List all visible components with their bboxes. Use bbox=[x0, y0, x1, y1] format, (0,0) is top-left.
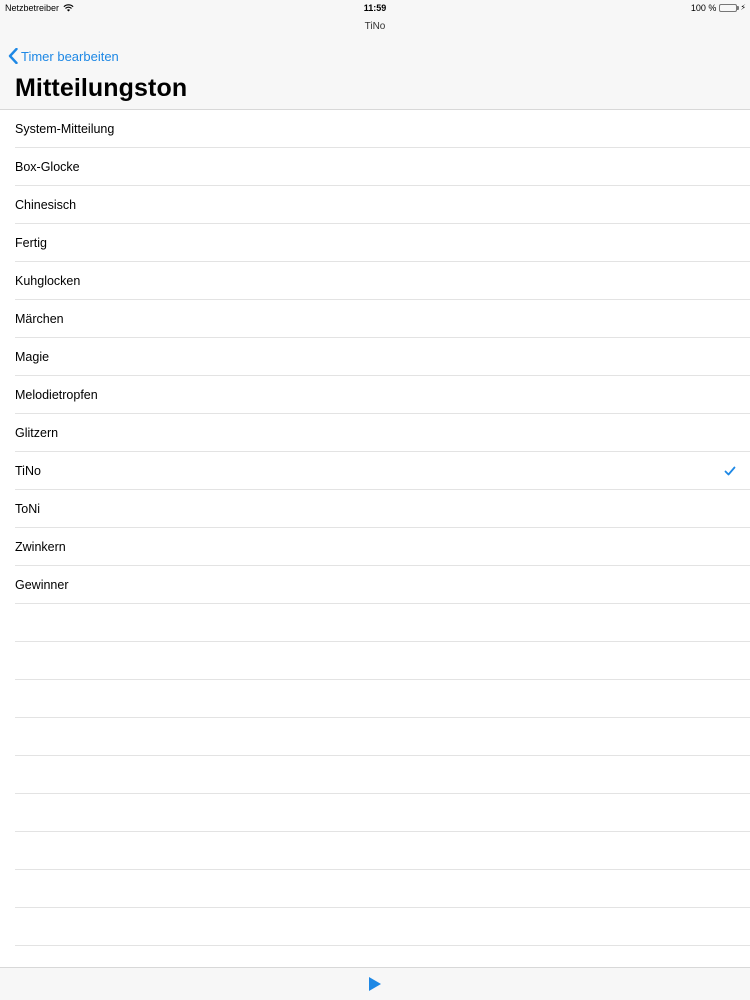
charging-icon: ⚡ bbox=[740, 3, 746, 12]
app-title: TiNo bbox=[364, 21, 386, 32]
play-button[interactable] bbox=[367, 976, 383, 992]
sound-option-label: Chinesisch bbox=[15, 197, 77, 212]
sound-option-label: Box-Glocke bbox=[15, 159, 80, 174]
sound-option-label: TiNo bbox=[15, 463, 41, 478]
sound-option[interactable]: Melodietropfen bbox=[15, 376, 750, 414]
sound-option[interactable]: Box-Glocke bbox=[15, 148, 750, 186]
sound-option-label: Melodietropfen bbox=[15, 387, 98, 402]
empty-row bbox=[15, 718, 750, 756]
app-screen: Netzbetreiber 11:59 100 % ⚡ TiNo Timer b… bbox=[0, 0, 750, 1000]
sound-option-label: Gewinner bbox=[15, 577, 69, 592]
sound-option[interactable]: Zwinkern bbox=[15, 528, 750, 566]
empty-row bbox=[15, 680, 750, 718]
sound-option[interactable]: Glitzern bbox=[15, 414, 750, 452]
sound-option[interactable]: Kuhglocken bbox=[15, 262, 750, 300]
sound-option-label: Glitzern bbox=[15, 425, 59, 440]
sound-option[interactable]: TiNo bbox=[15, 452, 750, 490]
sound-option[interactable]: System-Mitteilung bbox=[15, 110, 750, 148]
sound-option-label: Zwinkern bbox=[15, 539, 66, 554]
empty-row bbox=[15, 908, 750, 946]
back-button[interactable]: Timer bearbeiten bbox=[8, 45, 119, 67]
sound-option-label: ToNi bbox=[15, 501, 41, 516]
battery-icon: ⚡ bbox=[719, 0, 746, 16]
battery-percent: 100 % bbox=[690, 3, 717, 13]
sound-option-label: Magie bbox=[15, 349, 50, 364]
empty-row bbox=[15, 946, 750, 967]
page-title: Mitteilungston bbox=[15, 74, 188, 102]
chevron-left-icon bbox=[8, 48, 18, 64]
sound-option-label: Märchen bbox=[15, 311, 64, 326]
sound-option[interactable]: ToNi bbox=[15, 490, 750, 528]
sound-option-label: Fertig bbox=[15, 235, 47, 250]
play-icon bbox=[369, 977, 381, 991]
empty-row bbox=[15, 870, 750, 908]
sound-option-label: System-Mitteilung bbox=[15, 121, 115, 136]
empty-row bbox=[15, 794, 750, 832]
bottom-toolbar bbox=[0, 967, 750, 1000]
checkmark-icon bbox=[724, 466, 736, 476]
status-time: 11:59 bbox=[363, 3, 387, 13]
top-bar: Netzbetreiber 11:59 100 % ⚡ TiNo Timer b… bbox=[0, 0, 750, 110]
sound-option[interactable]: Gewinner bbox=[15, 566, 750, 604]
status-bar: Netzbetreiber 11:59 100 % ⚡ bbox=[0, 0, 750, 16]
sound-option[interactable]: Magie bbox=[15, 338, 750, 376]
sound-list: System-Mitteilung Box-Glocke Chinesisch Fer… bbox=[0, 110, 750, 967]
empty-row bbox=[15, 756, 750, 794]
status-right: 100 % ⚡ bbox=[691, 0, 746, 16]
sound-option[interactable]: Fertig bbox=[15, 224, 750, 262]
empty-row bbox=[15, 604, 750, 642]
back-button-label: Timer bearbeiten bbox=[21, 48, 119, 64]
empty-row bbox=[15, 642, 750, 680]
empty-row bbox=[15, 832, 750, 870]
sound-option[interactable]: Märchen bbox=[15, 300, 750, 338]
sound-option-label: Kuhglocken bbox=[15, 273, 81, 288]
sound-option[interactable]: Chinesisch bbox=[15, 186, 750, 224]
